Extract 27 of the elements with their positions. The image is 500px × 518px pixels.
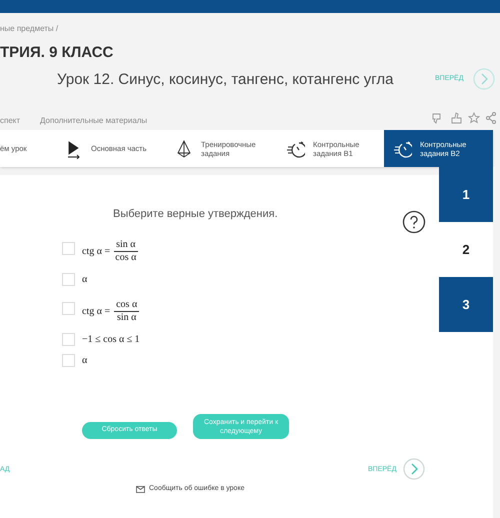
formula: α	[82, 354, 88, 368]
formula: α	[82, 273, 88, 287]
denominator: sin α	[116, 312, 136, 324]
checkbox[interactable]	[62, 302, 75, 315]
help-icon[interactable]	[402, 210, 426, 234]
question-text: Выберите верные утверждения.	[113, 207, 278, 222]
share-icon[interactable]	[486, 112, 496, 124]
stopwatch-icon	[287, 138, 305, 158]
checkbox[interactable]	[62, 273, 75, 286]
numerator: sin α	[114, 239, 138, 252]
numerator: cos α	[114, 299, 140, 312]
like-icon[interactable]	[450, 112, 462, 124]
star-icon[interactable]	[468, 112, 480, 124]
checkbox[interactable]	[62, 333, 75, 346]
mail-icon	[136, 486, 145, 493]
task-number-tab[interactable]: 1	[439, 167, 493, 222]
lesson-title: Урок 12. Синус, косинус, тангенс, котангенс угла	[57, 70, 394, 90]
pyramid-icon	[175, 138, 193, 158]
checkbox[interactable]	[62, 354, 75, 367]
denominator: cos α	[115, 252, 136, 264]
course-title: ТРИЯ. 9 КЛАСС	[0, 43, 114, 63]
stopwatch-icon	[394, 138, 412, 158]
formula-text: ctg α =	[82, 305, 110, 319]
formula: −1 ≤ cos α ≤ 1	[82, 333, 140, 347]
task-number-tab[interactable]: 3	[439, 277, 493, 332]
formula-text: ctg α =	[82, 245, 110, 259]
checkbox[interactable]	[62, 242, 75, 255]
